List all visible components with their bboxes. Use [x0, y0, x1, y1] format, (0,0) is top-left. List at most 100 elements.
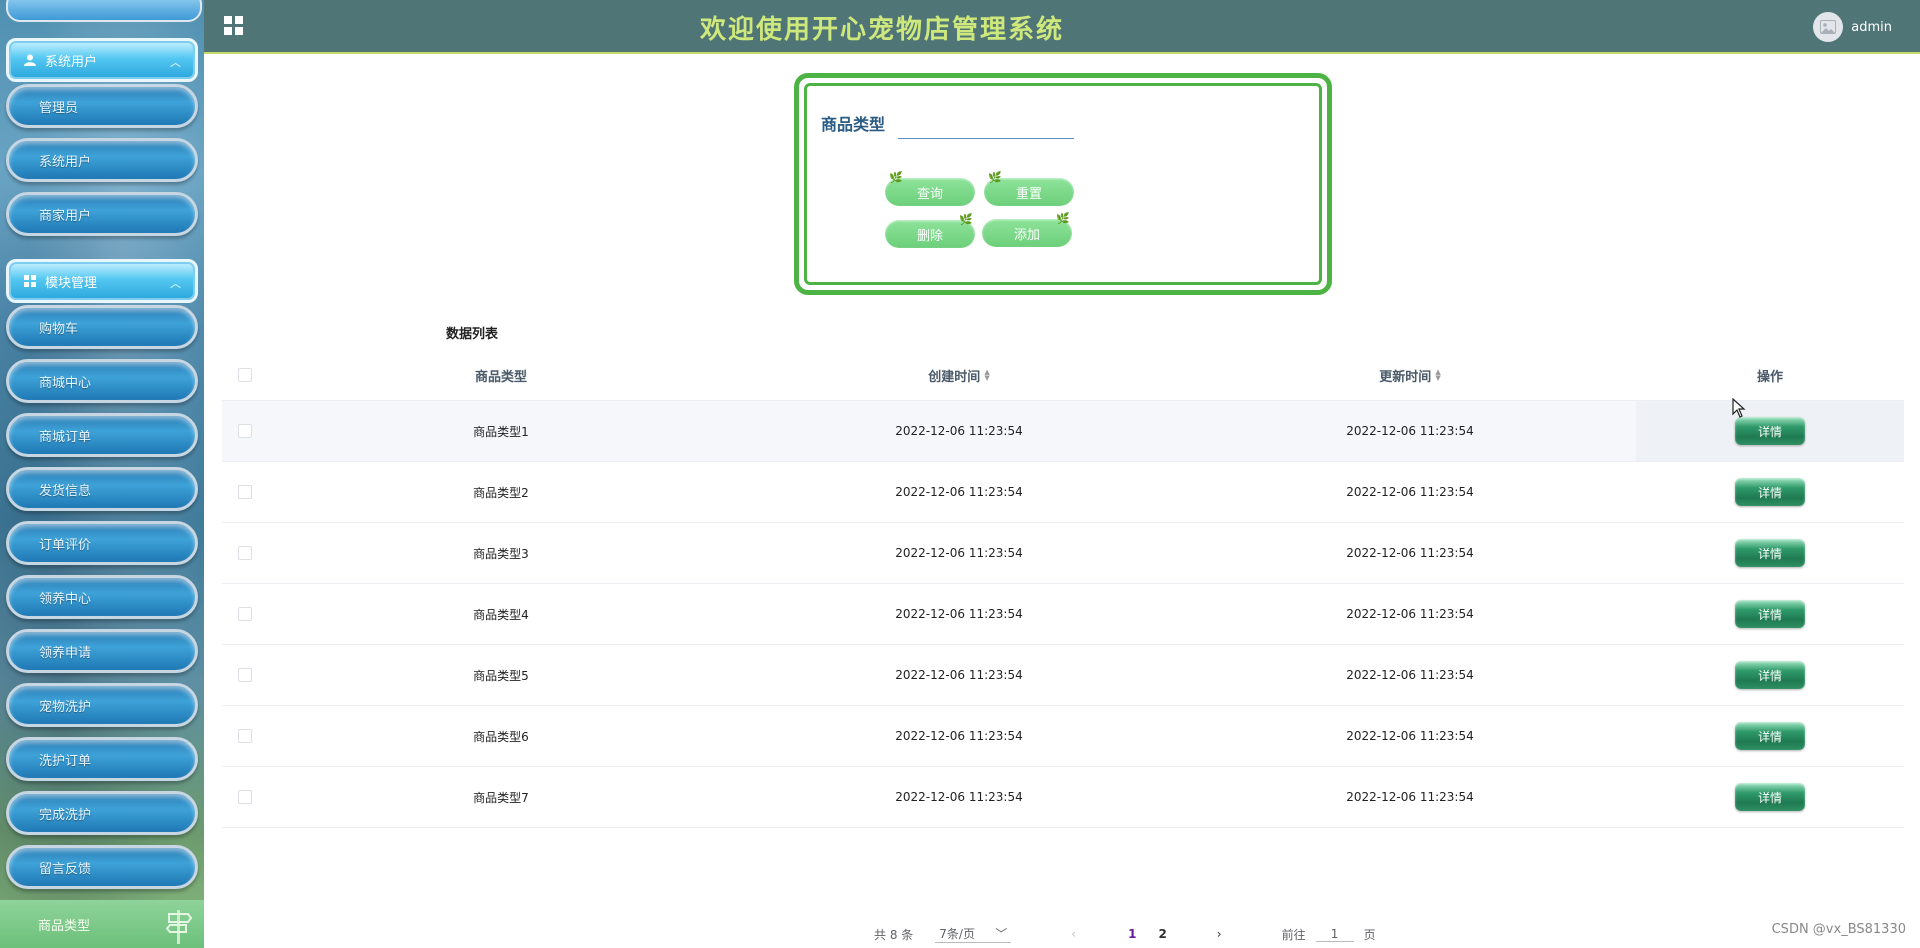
page-number-2[interactable]: 2: [1158, 927, 1166, 941]
prev-page-icon[interactable]: ‹: [1071, 927, 1076, 941]
sidebar: 系统用户 ︿ 管理员 系统用户 商家用户 模块管理 ︿ 购物车 商城中心 商城订…: [0, 0, 204, 948]
sidebar-item-admin[interactable]: 管理员: [6, 84, 198, 128]
page-size-select[interactable]: 7条/页 ﹀: [935, 925, 1012, 943]
column-header-updated[interactable]: 更新时间 ▲ ▼: [1184, 350, 1636, 400]
cell-updated: 2022-12-06 11:23:54: [1346, 607, 1474, 621]
sidebar-item-product-types[interactable]: 商品类型: [0, 900, 204, 948]
list-title: 数据列表: [446, 327, 499, 342]
sidebar-item-grooming-complete[interactable]: 完成洗护: [6, 791, 198, 835]
sidebar-item-mall-orders[interactable]: 商城订单: [6, 413, 198, 457]
cell-updated: 2022-12-06 11:23:54: [1346, 485, 1474, 499]
product-type-input[interactable]: [898, 106, 1074, 139]
avatar: [1813, 12, 1844, 42]
sidebar-item-label: 洗护订单: [39, 753, 92, 769]
cell-updated: 2022-12-06 11:23:54: [1346, 546, 1474, 560]
detail-button[interactable]: 详情: [1735, 478, 1805, 506]
detail-button[interactable]: 详情: [1735, 600, 1805, 628]
sort-icon[interactable]: ▲ ▼: [1435, 369, 1440, 382]
table-row: 商品类型7 2022-12-06 11:23:54 2022-12-06 11:…: [222, 767, 1904, 828]
column-header-label: 创建时间: [928, 369, 981, 385]
user-menu[interactable]: admin: [1813, 12, 1892, 42]
chevron-down-icon: ﹀: [995, 927, 1008, 941]
column-header-created[interactable]: 创建时间 ▲ ▼: [734, 350, 1184, 400]
row-checkbox[interactable]: [238, 546, 252, 560]
reset-button[interactable]: 🌿 重置: [984, 171, 1074, 206]
table-row: 商品类型1 2022-12-06 11:23:54 2022-12-06 11:…: [222, 401, 1904, 462]
detail-button[interactable]: 详情: [1735, 661, 1805, 689]
cell-created: 2022-12-06 11:23:54: [895, 424, 1023, 438]
sidebar-item-label: 领养中心: [39, 591, 92, 607]
sidebar-item-adoption-requests[interactable]: 领养申请: [6, 629, 198, 673]
watermark: CSDN @vx_BS81330: [1771, 922, 1906, 937]
sidebar-item-label: 发货信息: [39, 483, 92, 499]
table-row: 商品类型4 2022-12-06 11:23:54 2022-12-06 11:…: [222, 584, 1904, 645]
sidebar-item-label: 管理员: [39, 100, 79, 116]
leaf-icon: 🌿: [988, 171, 1002, 184]
row-checkbox[interactable]: [238, 668, 252, 682]
top-header: 欢迎使用开心宠物店管理系统 admin: [204, 0, 1920, 54]
sidebar-item-label: 商城中心: [39, 375, 92, 391]
goto-page-input[interactable]: 1: [1315, 927, 1354, 942]
table-row: 商品类型3 2022-12-06 11:23:54 2022-12-06 11:…: [222, 523, 1904, 584]
cell-type: 商品类型7: [473, 790, 529, 805]
sidebar-item-label: 系统用户: [39, 154, 92, 170]
detail-button[interactable]: 详情: [1735, 539, 1805, 567]
delete-button-label: 删除: [916, 228, 943, 244]
next-page-icon[interactable]: ›: [1217, 927, 1222, 941]
delete-button[interactable]: 🌿 删除: [885, 213, 975, 248]
row-checkbox[interactable]: [238, 729, 252, 743]
sidebar-group-module-management[interactable]: 模块管理 ︿: [6, 259, 198, 303]
search-panel: 商品类型 🌿 查询 🌿 重置 🌿 删除 🌿 添加: [794, 73, 1332, 295]
sidebar-item-order-reviews[interactable]: 订单评价: [6, 521, 198, 565]
page-size-value: 7条/页: [939, 927, 975, 941]
row-checkbox[interactable]: [238, 485, 252, 499]
reset-button-label: 重置: [1015, 186, 1042, 202]
row-checkbox[interactable]: [238, 607, 252, 621]
row-checkbox[interactable]: [238, 424, 252, 438]
detail-button[interactable]: 详情: [1735, 783, 1805, 811]
cell-type: 商品类型1: [473, 424, 529, 439]
sidebar-item-cart[interactable]: 购物车: [6, 305, 198, 349]
sidebar-item-shipping-info[interactable]: 发货信息: [6, 467, 198, 511]
user-icon: [23, 53, 37, 67]
sidebar-item-pet-grooming[interactable]: 宠物洗护: [6, 683, 198, 727]
page-number-1[interactable]: 1: [1128, 927, 1136, 941]
cell-updated: 2022-12-06 11:23:54: [1346, 729, 1474, 743]
sidebar-item-label: 商家用户: [39, 208, 92, 224]
sort-icon[interactable]: ▲ ▼: [984, 369, 989, 382]
leaf-icon: 🌿: [889, 171, 903, 184]
page-title: 欢迎使用开心宠物店管理系统: [699, 15, 1064, 45]
chevron-up-icon: ︿: [170, 56, 181, 69]
table-row: 商品类型2 2022-12-06 11:23:54 2022-12-06 11:…: [222, 462, 1904, 523]
sidebar-item-label: 订单评价: [39, 537, 92, 553]
column-header-label: 更新时间: [1379, 369, 1432, 385]
query-button[interactable]: 🌿 查询: [885, 171, 975, 206]
sidebar-item-grooming-orders[interactable]: 洗护订单: [6, 737, 198, 781]
data-table: 商品类型 创建时间 ▲ ▼ 更新时间 ▲ ▼ 操作 商品类型1 2022-12-06…: [222, 350, 1904, 828]
select-all-checkbox[interactable]: [238, 368, 252, 382]
sidebar-item-feedback[interactable]: 留言反馈: [6, 845, 198, 889]
cell-created: 2022-12-06 11:23:54: [895, 546, 1023, 560]
cell-created: 2022-12-06 11:23:54: [895, 485, 1023, 499]
cell-created: 2022-12-06 11:23:54: [895, 668, 1023, 682]
sidebar-item-system-users[interactable]: 系统用户: [6, 138, 198, 182]
signpost-icon: [165, 908, 193, 948]
column-header-type: 商品类型: [474, 369, 527, 385]
sidebar-item-adoption-center[interactable]: 领养中心: [6, 575, 198, 619]
chevron-up-icon: ︿: [170, 277, 181, 290]
row-checkbox[interactable]: [238, 790, 252, 804]
table-row: 商品类型6 2022-12-06 11:23:54 2022-12-06 11:…: [222, 706, 1904, 767]
cell-type: 商品类型5: [473, 668, 529, 683]
add-button[interactable]: 🌿 添加: [982, 212, 1072, 247]
detail-button[interactable]: 详情: [1735, 722, 1805, 750]
sidebar-item-label: 完成洗护: [39, 807, 92, 823]
cell-type: 商品类型6: [473, 729, 529, 744]
table-header: 商品类型 创建时间 ▲ ▼ 更新时间 ▲ ▼ 操作: [222, 350, 1904, 401]
sidebar-item-mall-center[interactable]: 商城中心: [6, 359, 198, 403]
sidebar-item-merchant-users[interactable]: 商家用户: [6, 192, 198, 236]
sidebar-item-label: 商城订单: [39, 429, 92, 445]
cell-created: 2022-12-06 11:23:54: [895, 790, 1023, 804]
query-button-label: 查询: [916, 186, 943, 202]
sidebar-item-label: 购物车: [39, 321, 79, 337]
username: admin: [1851, 19, 1892, 35]
